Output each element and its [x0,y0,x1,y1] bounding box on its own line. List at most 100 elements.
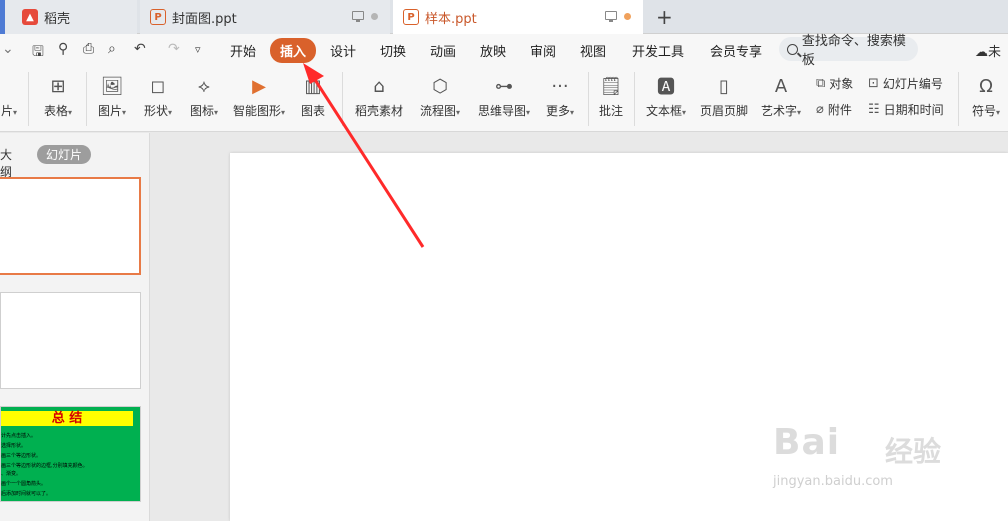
tab-sample-ppt[interactable]: P 样本.ppt [393,0,643,34]
dropdown-caret-icon: ▾ [996,108,1001,117]
ribbon-small-label: 对象 [829,77,854,91]
new-slide-icon [0,74,23,98]
dropdown-caret-icon: ▾ [13,108,18,117]
ribbon-textbox[interactable]: 🅰 文本框▾ [642,66,690,132]
mindmap-icon: ⊶ [495,75,513,97]
ribbon-label: 艺术字 [760,104,797,118]
menu-developer[interactable]: 开发工具 [632,41,684,60]
thumbnail-line: 、渐变。 [1,471,22,477]
cloud-label: 未 [988,45,1002,60]
table-icon: ⊞ [50,75,66,97]
slide-thumbnail-1[interactable] [0,177,141,275]
ribbon-wordart[interactable]: A 艺术字▾ [758,66,804,132]
tab-label: 稻壳 [44,11,71,27]
ribbon-header-footer[interactable]: ▯ 页眉页脚 [698,66,750,132]
ribbon-label: 页眉页脚 [699,104,748,118]
print-icon[interactable]: ⎙ [83,41,94,57]
dropdown-caret-icon: ▾ [122,108,127,117]
ribbon-label: 文本框 [645,104,682,118]
ribbon-shape[interactable]: ◻ 形状▾ [138,66,178,132]
ribbon-comment[interactable]: 🗒 批注 [596,66,626,132]
unsaved-dot-icon[interactable] [624,13,631,20]
ribbon-label: 流程图 [419,104,456,118]
ribbon-date-time[interactable]: ☷ 日期和时间 [868,101,944,118]
dropdown-caret-icon: ▾ [797,108,802,117]
tab-label: 样本.ppt [425,11,477,27]
ribbon-label: 形状 [143,104,168,118]
slide-number-icon: ⊡ [868,76,879,91]
ribbon-separator [28,72,29,126]
command-search-box[interactable]: 查找命令、搜索模板 [779,34,918,68]
format-painter-icon[interactable]: ⚲ [58,41,68,57]
search-placeholder: 查找命令、搜索模板 [801,34,906,68]
ribbon-icon[interactable]: ⟡ 图标▾ [184,66,224,132]
monitor-icon[interactable] [352,11,364,22]
ribbon-label: 图标 [189,104,214,118]
menu-slideshow[interactable]: 放映 [480,41,506,60]
menu-insert[interactable]: 插入 [270,38,317,63]
ribbon-separator [342,72,343,126]
redo-icon[interactable]: ↷ [168,41,180,57]
chart-icon: ▥ [304,75,322,97]
watermark-url: jingyan.baidu.com [773,474,893,489]
ribbon-label: 稻壳素材 [354,104,403,118]
ribbon-label: 图片 [97,104,122,118]
menu-home[interactable]: 开始 [230,41,256,60]
ribbon-picture[interactable]: 🖼 图片▾ [92,66,132,132]
thumbnail-line: 画三个等边形状。 [1,453,42,459]
dropdown-caret-icon: ▾ [682,108,687,117]
watermark-text: Bai [773,422,841,463]
menu-member[interactable]: 会员专享 [710,41,762,60]
slide-thumbnail-2[interactable] [0,292,141,389]
document-tab-bar: ▲ 稻壳 P 封面图.ppt P 样本.ppt + [0,0,1008,34]
print-preview-icon[interactable]: ⌕ [108,41,116,57]
object-icon: ⧉ [816,76,826,91]
ribbon-table[interactable]: ⊞ 表格▾ [38,66,78,132]
tab-cover-ppt[interactable]: P 封面图.ppt [140,0,390,34]
wordart-icon: A [774,75,788,97]
ribbon-slide-number[interactable]: ⊡ 幻灯片编号 [868,75,943,92]
ribbon-flowchart[interactable]: ⬡ 流程图▾ [416,66,464,132]
ribbon-label: 批注 [598,104,623,118]
new-tab-plus-icon[interactable]: + [656,5,673,29]
tab-outline[interactable]: 大纲 [0,146,12,180]
ribbon-separator [634,72,635,126]
ribbon-small-label: 日期和时间 [883,103,944,117]
tab-docer[interactable]: ▲ 稻壳 [0,0,137,34]
search-icon [787,43,798,55]
menu-transition[interactable]: 切换 [380,41,406,60]
tab-status-dot[interactable] [371,13,378,20]
ribbon-label: 符号 [971,104,996,118]
dropdown-caret-icon: ▾ [570,108,575,117]
save-icon[interactable]: 🖫 [32,41,44,65]
menu-review[interactable]: 审阅 [530,41,556,60]
slide-thumbnail-3[interactable]: 总 结 计先点击插入。 选择形状。 画三个等边形状。 画三个等边形状的边框,分别… [0,406,141,502]
menu-animation[interactable]: 动画 [430,41,456,60]
icons-icon: ⟡ [198,75,210,97]
baidu-watermark: Bai 经验 jingyan.baidu.com [773,412,963,494]
undo-icon[interactable]: ↶ [134,41,146,57]
picture-icon: 🖼 [100,75,124,97]
ribbon-mindmap[interactable]: ⊶ 思维导图▾ [474,66,534,132]
ribbon-more[interactable]: ··· 更多▾ [542,66,578,132]
dropdown-caret-icon: ▾ [281,108,286,117]
ribbon-new-slide[interactable]: 片▾ [0,66,18,132]
ribbon-attachment[interactable]: ⌀ 附件 [816,101,852,118]
menu-design[interactable]: 设计 [330,41,356,60]
ribbon-chart[interactable]: ▥ 图表 [298,66,328,132]
tab-slides[interactable]: 幻灯片 [37,145,92,164]
flowchart-icon: ⬡ [432,75,448,97]
ribbon-symbol[interactable]: Ω 符号▾ [966,66,1006,132]
chevron-down-icon[interactable]: ⌄ [2,41,14,57]
menu-view[interactable]: 视图 [580,41,606,60]
ribbon-docer-material[interactable]: ⌂ 稻壳素材 [352,66,406,132]
ribbon-object[interactable]: ⧉ 对象 [816,75,853,92]
more-icon: ··· [551,75,569,97]
ribbon-smartart[interactable]: ▶ 智能图形▾ [230,66,288,132]
customize-dropdown-icon[interactable]: ▿ [195,43,201,56]
cloud-sync-status[interactable]: ☁未 [975,41,1001,60]
monitor-icon[interactable] [605,11,617,22]
thumbnail-title: 总 结 [1,411,133,426]
watermark-zh: 经验 [885,435,942,468]
ribbon-small-label: 幻灯片编号 [882,77,943,91]
